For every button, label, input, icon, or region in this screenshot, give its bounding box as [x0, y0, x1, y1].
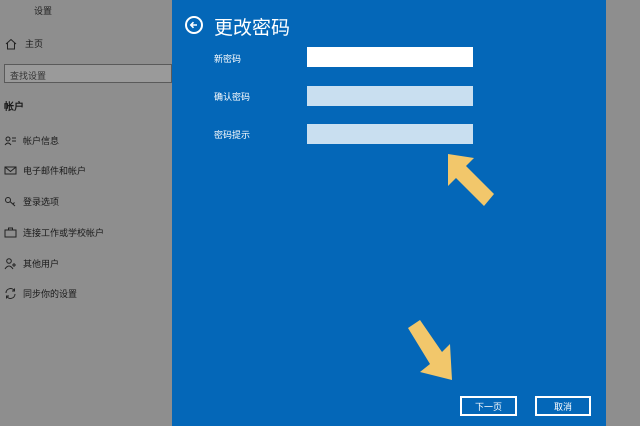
tutorial-arrow-down-right-icon [408, 320, 452, 380]
search-input[interactable]: 查找设置 [4, 64, 172, 83]
sidebar-item-label: 连接工作或学校帐户 [23, 229, 105, 239]
sidebar-item-work-school[interactable]: 连接工作或学校帐户 [4, 226, 104, 239]
password-hint-label: 密码提示 [214, 131, 251, 141]
dialog-title: 更改密码 [214, 17, 291, 39]
sync-icon [4, 287, 17, 300]
sidebar-item-email[interactable]: 电子邮件和帐户 [4, 164, 86, 177]
sidebar-item-label: 帐户信息 [23, 137, 60, 147]
sidebar-home[interactable]: 主页 [5, 37, 43, 50]
confirm-password-field[interactable] [307, 86, 473, 106]
key-icon [4, 195, 17, 208]
sidebar-item-label: 登录选项 [23, 198, 60, 208]
home-icon [5, 38, 17, 50]
window-title: 设置 [34, 7, 53, 17]
confirm-password-label: 确认密码 [214, 93, 251, 103]
new-password-field[interactable] [307, 47, 473, 67]
tutorial-arrow-up-left-icon [448, 154, 494, 206]
sidebar-home-label: 主页 [25, 40, 44, 50]
sidebar-item-label: 其他用户 [23, 260, 60, 270]
back-button[interactable] [185, 16, 203, 34]
new-password-label: 新密码 [214, 55, 242, 65]
change-password-dialog: 更改密码 新密码 确认密码 密码提示 下一页 取消 [172, 0, 606, 426]
sidebar-item-account-info[interactable]: 帐户信息 [4, 134, 59, 147]
password-hint-field[interactable] [307, 124, 473, 144]
briefcase-icon [4, 226, 17, 239]
person-add-icon [4, 257, 17, 270]
back-arrow-icon [189, 21, 197, 29]
cancel-button[interactable]: 取消 [535, 396, 591, 416]
sidebar-item-other-users[interactable]: 其他用户 [4, 257, 59, 270]
sidebar-item-label: 同步你的设置 [23, 290, 78, 300]
sidebar-item-sign-in[interactable]: 登录选项 [4, 195, 59, 208]
section-title: 帐户 [4, 102, 24, 113]
next-button[interactable]: 下一页 [460, 396, 517, 416]
mail-icon [4, 164, 17, 177]
sidebar-item-sync[interactable]: 同步你的设置 [4, 287, 77, 300]
person-card-icon [4, 134, 17, 147]
sidebar-item-label: 电子邮件和帐户 [23, 167, 87, 177]
